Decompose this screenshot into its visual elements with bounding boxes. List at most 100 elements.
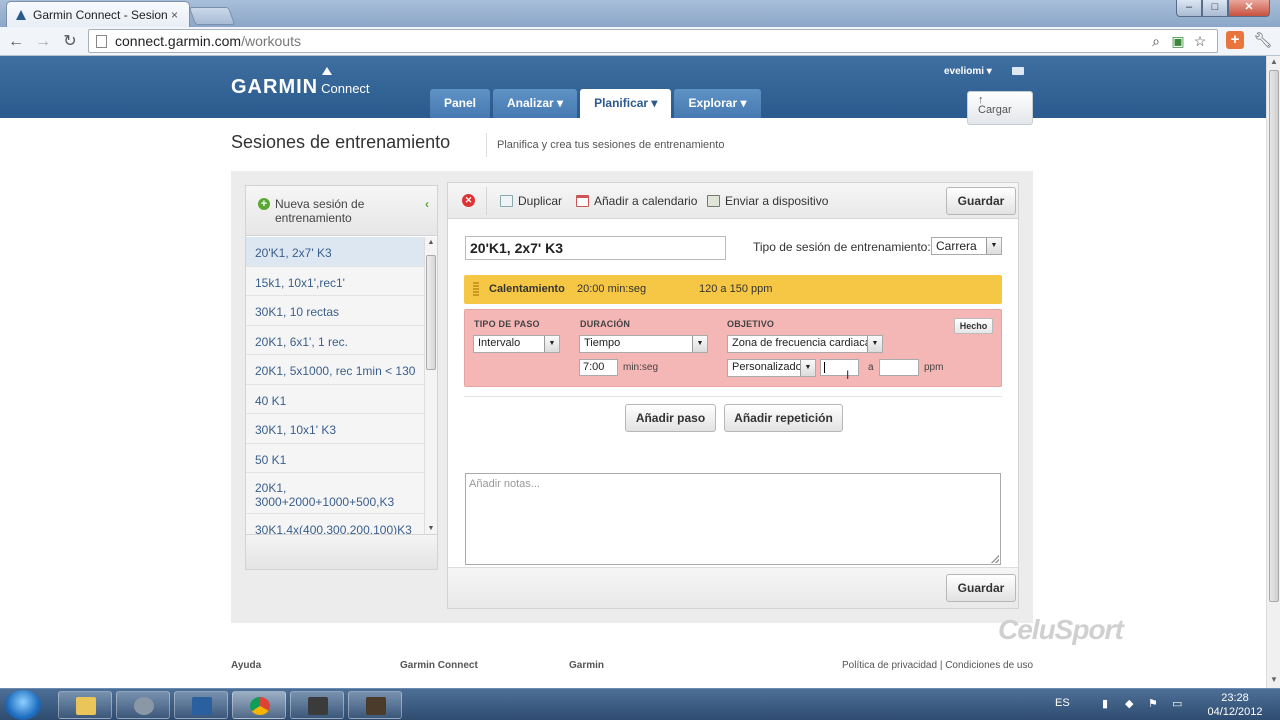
list-item[interactable]: 50 K1 xyxy=(246,443,424,473)
duration-time-input[interactable]: 7:00 xyxy=(579,359,618,376)
security-icon[interactable]: ◆ xyxy=(1125,697,1133,710)
range-min-input[interactable] xyxy=(820,359,859,376)
taskbar-app[interactable] xyxy=(290,691,344,719)
chevron-down-icon: ▼ xyxy=(692,336,707,352)
collapse-arrow-icon[interactable]: ‹ xyxy=(425,197,429,211)
site-header: GARMIN Connect eveliomi ▾ Panel Analizar … xyxy=(0,56,1266,125)
footer-help[interactable]: Ayuda xyxy=(231,660,261,671)
taskbar-app[interactable] xyxy=(348,691,402,719)
tab-explorar[interactable]: Explorar ▾ xyxy=(674,89,761,118)
page-scrollbar[interactable]: ▲ ▼ xyxy=(1266,56,1280,688)
duplicate-button[interactable]: Duplicar xyxy=(500,194,562,208)
display-icon[interactable]: ▭ xyxy=(1172,697,1182,710)
add-icon[interactable]: + xyxy=(258,198,270,210)
back-icon[interactable]: ← xyxy=(6,32,26,52)
warmup-step[interactable]: Calentamiento 20:00 min:seg 120 a 150 pp… xyxy=(464,275,1002,304)
time-unit-label: min:seg xyxy=(623,362,659,373)
list-scrollbar[interactable]: ▲ ▼ xyxy=(424,237,437,534)
address-bar[interactable]: connect.garmin.com/workouts ⌕ ▣ ☆ xyxy=(88,29,1218,53)
range-max-input[interactable] xyxy=(879,359,919,376)
workout-list: 20'K1, 2x7' K3 15k1, 10x1',rec1' 30K1, 1… xyxy=(246,237,424,534)
page-viewport: GARMIN Connect eveliomi ▾ Panel Analizar … xyxy=(0,56,1266,688)
taskbar-chrome[interactable] xyxy=(232,691,286,719)
add-repeat-button[interactable]: Añadir repetición xyxy=(724,404,843,432)
page-icon xyxy=(96,34,107,48)
list-item[interactable]: 30K1,4x(400,300,200,100)K3 xyxy=(246,514,424,534)
forward-icon[interactable]: → xyxy=(33,32,53,52)
list-item[interactable]: 15k1, 10x1',rec1' xyxy=(246,266,424,296)
upload-button[interactable]: ↑ Cargar xyxy=(967,91,1033,125)
minimize-icon[interactable]: – xyxy=(1176,0,1202,17)
duration-type-select[interactable]: Tiempo ▼ xyxy=(579,335,708,353)
save-button-bottom[interactable]: Guardar xyxy=(946,574,1016,602)
flag-icon[interactable]: ⚑ xyxy=(1148,697,1158,710)
garmin-favicon-icon xyxy=(16,9,26,20)
tab-analizar[interactable]: Analizar ▾ xyxy=(493,89,578,118)
maximize-icon[interactable]: □ xyxy=(1202,0,1228,17)
garmin-connect-logo[interactable]: GARMIN Connect xyxy=(231,67,370,99)
resize-handle-icon[interactable] xyxy=(991,555,999,563)
add-step-button[interactable]: Añadir paso xyxy=(625,404,716,432)
tab-close-icon[interactable]: × xyxy=(171,8,178,22)
browser-tab[interactable]: Garmin Connect - Sesione × xyxy=(6,1,190,27)
taskbar-explorer[interactable] xyxy=(58,691,112,719)
list-item[interactable]: 20K1, 3000+2000+1000+500,K3 xyxy=(246,473,424,514)
url-text: connect.garmin.com/workouts xyxy=(115,33,301,49)
step-target: 120 a 150 ppm xyxy=(699,283,773,295)
app-icon xyxy=(366,697,386,715)
bookmark-star-icon[interactable]: ☆ xyxy=(1191,33,1209,50)
taskbar: ES ▮ ◆ ⚑ ▭ 23:28 04/12/2012 xyxy=(0,688,1280,720)
tab-panel[interactable]: Panel xyxy=(430,89,491,118)
start-button[interactable] xyxy=(5,690,41,720)
range-unit-label: ppm xyxy=(924,362,944,373)
list-item[interactable]: 30K1, 10 rectas xyxy=(246,296,424,326)
list-item[interactable]: 20K1, 5x1000, rec 1min < 130 xyxy=(246,355,424,385)
scroll-down-icon[interactable]: ▼ xyxy=(425,525,437,532)
save-button[interactable]: Guardar xyxy=(946,187,1016,215)
list-item[interactable]: 40 K1 xyxy=(246,384,424,414)
zone-select[interactable]: Personalizado ▼ xyxy=(727,359,816,377)
language-indicator[interactable]: ES xyxy=(1055,697,1070,709)
list-item[interactable]: 20K1, 6x1', 1 rec. xyxy=(246,325,424,355)
zoom-icon[interactable]: ⌕ xyxy=(1147,33,1165,50)
mail-icon[interactable] xyxy=(1012,67,1024,75)
new-tab-button[interactable] xyxy=(188,7,236,25)
window-close-icon[interactable]: ✕ xyxy=(1228,0,1270,17)
reload-icon[interactable]: ↻ xyxy=(60,32,80,52)
taskbar-app[interactable] xyxy=(116,691,170,719)
target-type-select[interactable]: Zona de frecuencia cardiaca ▼ xyxy=(727,335,883,353)
list-scroll-thumb[interactable] xyxy=(426,255,436,370)
notes-textarea[interactable]: Añadir notas... xyxy=(465,473,1001,565)
done-button[interactable]: Hecho xyxy=(954,318,993,334)
toolbar-divider xyxy=(486,187,487,215)
scroll-up-icon[interactable]: ▲ xyxy=(425,239,437,246)
user-menu[interactable]: eveliomi ▾ xyxy=(944,66,992,77)
wrench-menu-icon[interactable]: 🔧︎ xyxy=(1253,31,1273,51)
footer-garmin[interactable]: Garmin xyxy=(569,660,604,671)
list-item[interactable]: 20'K1, 2x7' K3 xyxy=(246,237,424,267)
page-scroll-thumb[interactable] xyxy=(1269,70,1279,602)
taskbar-app[interactable] xyxy=(174,691,228,719)
workout-type-label: Tipo de sesión de entrenamiento: xyxy=(753,240,931,254)
system-clock[interactable]: 23:28 04/12/2012 xyxy=(1200,691,1270,719)
workout-name-input[interactable]: 20'K1, 2x7' K3 xyxy=(465,236,726,260)
workout-sidebar: + Nueva sesión de entrenamiento ‹ 20'K1,… xyxy=(245,185,438,570)
send-to-device-button[interactable]: Enviar a dispositivo xyxy=(707,194,828,208)
add-to-calendar-button[interactable]: Añadir a calendario xyxy=(576,194,697,208)
scroll-down-icon[interactable]: ▼ xyxy=(1267,675,1280,687)
network-icon[interactable]: ▮ xyxy=(1102,697,1108,710)
footer-garmin-connect[interactable]: Garmin Connect xyxy=(400,660,478,671)
new-session-link[interactable]: Nueva sesión de entrenamiento xyxy=(275,197,385,225)
extension-shield-icon[interactable]: ▣ xyxy=(1169,33,1187,50)
drag-handle-icon[interactable] xyxy=(473,282,479,297)
workout-type-select[interactable]: Carrera ▼ xyxy=(931,237,1002,255)
tab-planificar[interactable]: Planificar ▾ xyxy=(580,89,672,118)
workout-editor: ✕ Duplicar Añadir a calendario Enviar a … xyxy=(447,182,1019,609)
interval-step-editor: TIPO DE PASO DURACIÓN OBJETIVO Hecho Int… xyxy=(464,309,1002,387)
footer-legal-links[interactable]: Política de privacidad | Condiciones de … xyxy=(842,660,1033,671)
step-type-select[interactable]: Intervalo ▼ xyxy=(473,335,560,353)
delete-icon[interactable]: ✕ xyxy=(462,194,475,207)
extension-plus-icon[interactable]: + xyxy=(1226,31,1244,49)
list-item[interactable]: 30K1, 10x1' K3 xyxy=(246,414,424,444)
scroll-up-icon[interactable]: ▲ xyxy=(1267,57,1280,69)
